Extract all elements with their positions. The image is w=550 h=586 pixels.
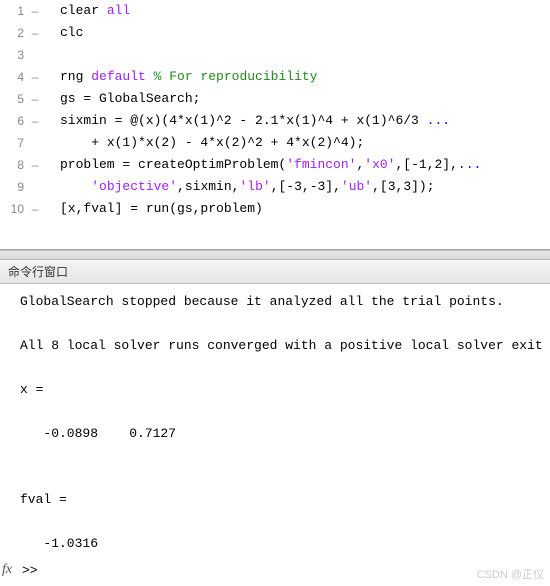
code-content[interactable]: problem = createOptimProblem('fmincon','…: [42, 154, 481, 176]
line-number: 5: [0, 88, 28, 110]
command-window-title: 命令行窗口: [0, 260, 550, 284]
code-content[interactable]: sixmin = @(x)(4*x(1)^2 - 2.1*x(1)^4 + x(…: [42, 110, 450, 132]
code-content[interactable]: gs = GlobalSearch;: [42, 88, 200, 110]
line-number: 10: [0, 198, 28, 220]
line-number: 4: [0, 66, 28, 88]
code-line[interactable]: 10–[x,fval] = run(gs,problem): [0, 198, 550, 220]
command-output-line: [20, 446, 546, 466]
line-number: 3: [0, 44, 28, 66]
line-number: 9: [0, 176, 28, 198]
breakpoint-dash[interactable]: –: [28, 110, 42, 132]
code-content[interactable]: clear all: [42, 0, 130, 22]
code-line[interactable]: 9 'objective',sixmin,'lb',[-3,-3],'ub',[…: [0, 176, 550, 198]
code-content[interactable]: 'objective',sixmin,'lb',[-3,-3],'ub',[3,…: [42, 176, 435, 198]
breakpoint-dash[interactable]: –: [28, 198, 42, 220]
command-output-line: [20, 314, 546, 334]
command-output-line: x =: [20, 380, 546, 400]
code-line[interactable]: 2–clc: [0, 22, 550, 44]
command-window[interactable]: GlobalSearch stopped because it analyzed…: [0, 284, 550, 584]
line-number: 2: [0, 22, 28, 44]
code-line[interactable]: 4–rng default % For reproducibility: [0, 66, 550, 88]
code-line[interactable]: 6–sixmin = @(x)(4*x(1)^2 - 2.1*x(1)^4 + …: [0, 110, 550, 132]
watermark: CSDN @正仪: [477, 566, 544, 582]
code-content[interactable]: [x,fval] = run(gs,problem): [42, 198, 263, 220]
command-output-line: All 8 local solver runs converged with a…: [20, 336, 546, 356]
breakpoint-dash[interactable]: –: [28, 154, 42, 176]
command-output-line: -1.0316: [20, 534, 546, 554]
command-output-line: -0.0898 0.7127: [20, 424, 546, 444]
line-number: 7: [0, 132, 28, 154]
command-prompt[interactable]: >>: [22, 563, 38, 578]
editor-pane[interactable]: 1–clear all2–clc34–rng default % For rep…: [0, 0, 550, 250]
command-output-line: [20, 468, 546, 488]
code-content[interactable]: + x(1)*x(2) - 4*x(2)^2 + 4*x(2)^4);: [42, 132, 364, 154]
line-number: 6: [0, 110, 28, 132]
code-line[interactable]: 3: [0, 44, 550, 66]
command-output-line: [20, 402, 546, 422]
breakpoint-dash[interactable]: –: [28, 0, 42, 22]
line-number: 8: [0, 154, 28, 176]
code-content[interactable]: rng default % For reproducibility: [42, 66, 317, 88]
command-output-line: GlobalSearch stopped because it analyzed…: [20, 292, 546, 312]
command-output-line: [20, 512, 546, 532]
breakpoint-dash[interactable]: –: [28, 66, 42, 88]
breakpoint-dash[interactable]: –: [28, 88, 42, 110]
code-line[interactable]: 5–gs = GlobalSearch;: [0, 88, 550, 110]
pane-divider[interactable]: [0, 250, 550, 260]
code-line[interactable]: 8–problem = createOptimProblem('fmincon'…: [0, 154, 550, 176]
command-output-line: fval =: [20, 490, 546, 510]
breakpoint-dash[interactable]: –: [28, 22, 42, 44]
code-content[interactable]: clc: [42, 22, 83, 44]
line-number: 1: [0, 0, 28, 22]
code-line[interactable]: 1–clear all: [0, 0, 550, 22]
fx-icon[interactable]: fx: [2, 562, 12, 578]
code-line[interactable]: 7 + x(1)*x(2) - 4*x(2)^2 + 4*x(2)^4);: [0, 132, 550, 154]
command-output-line: [20, 358, 546, 378]
